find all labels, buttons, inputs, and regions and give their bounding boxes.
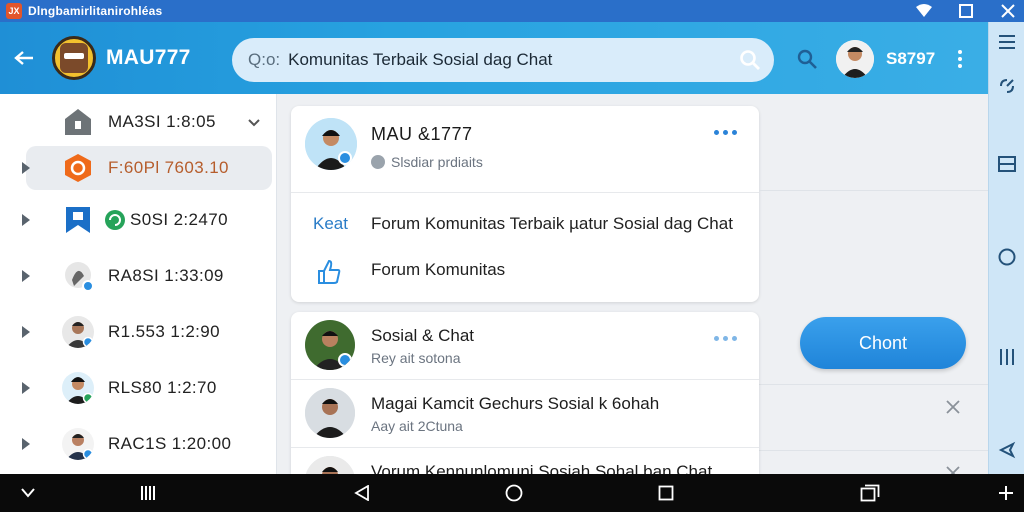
home-icon — [62, 106, 94, 138]
expand-arrow-icon[interactable] — [22, 214, 30, 226]
overview-square-icon[interactable] — [656, 483, 676, 503]
sidebar-item[interactable]: S0SI 2:2470 — [0, 192, 277, 248]
message-row[interactable]: Sosial & Chat Rey ait sotona — [291, 312, 759, 380]
right-rail — [988, 22, 1024, 474]
app-window: JX Dlngbamirlitanirohléas MAU777 Q:o: Ko… — [0, 0, 1024, 512]
overflow-menu-icon[interactable] — [952, 48, 968, 70]
chevron-down-icon[interactable] — [248, 114, 260, 130]
profile-avatar[interactable] — [305, 118, 357, 170]
back-triangle-icon[interactable] — [352, 483, 372, 503]
chat-bubble-icon — [62, 260, 94, 292]
message-subtitle: Rey ait sotona — [371, 350, 461, 366]
sidebar-item[interactable]: F:60Pl 7603.10 — [22, 146, 272, 190]
multi-window-icon[interactable] — [860, 483, 880, 503]
bookmark-icon — [62, 204, 94, 236]
message-title: Vorum Kennunlomuni Sosiah Sohal ban Chat — [371, 462, 713, 474]
sidebar-item-label: R1.553 1:2:90 — [108, 322, 221, 341]
sidebar-item-label: F:60Pl 7603.10 — [108, 158, 229, 177]
columns-icon[interactable] — [997, 347, 1017, 367]
message-avatar — [305, 456, 355, 474]
divider — [291, 192, 759, 193]
divider — [759, 190, 988, 191]
recent-apps-icon[interactable] — [138, 483, 158, 503]
sidebar-item[interactable]: R1.553 1:2:90 — [0, 304, 277, 360]
message-row[interactable]: Magai Kamcit Gechurs Sosial k 6ohah Aay … — [291, 380, 759, 448]
sidebar-item-label: MA3SI 1:8:05 — [108, 112, 216, 131]
close-icon[interactable] — [1000, 3, 1016, 19]
divider — [759, 384, 988, 385]
avatar — [62, 372, 94, 404]
profile-subtitle-text: Slsdiar prdiaits — [391, 154, 483, 170]
sidebar: MA3SI 1:8:05 F:60Pl 7603.10 S0SI 2:2470 — [0, 94, 277, 474]
message-avatar — [305, 320, 355, 370]
app-logo — [52, 36, 96, 80]
sidebar-item-label: RA8SI 1:33:09 — [108, 266, 224, 285]
hexagon-icon — [62, 152, 94, 184]
thumbs-up-icon[interactable] — [315, 258, 343, 286]
share-icon[interactable] — [997, 440, 1017, 460]
search-prefix: Q:o: — [248, 50, 281, 69]
sidebar-toggle-icon[interactable] — [997, 32, 1017, 52]
forum-link[interactable]: Forum Komunitas — [371, 260, 505, 280]
expand-arrow-icon[interactable] — [22, 326, 30, 338]
close-icon[interactable] — [946, 398, 960, 419]
search-query: Komunitas Terbaik Sosial dag Chat — [288, 50, 553, 69]
message-row[interactable]: Vorum Kennunlomuni Sosiah Sohal ban Chat — [291, 448, 759, 474]
sidebar-item-label: S0SI 2:2470 — [130, 210, 228, 229]
home-circle-icon[interactable] — [504, 483, 524, 503]
sidebar-item-label: RAC1S 1:20:00 — [108, 434, 232, 453]
recycle-icon — [104, 209, 126, 231]
message-avatar — [305, 388, 355, 438]
user-avatar[interactable] — [836, 40, 874, 78]
sidebar-item[interactable]: RA8SI 1:33:09 — [0, 248, 277, 304]
sidebar-item-label: RLS80 1:2:70 — [108, 378, 217, 397]
window-title: Dlngbamirlitanirohléas — [28, 4, 163, 18]
user-code: S8797 — [886, 49, 936, 68]
expand-arrow-icon[interactable] — [22, 382, 30, 394]
search-input[interactable]: Q:o: Komunitas Terbaik Sosial dag Chat — [232, 38, 774, 82]
list-icon[interactable] — [997, 154, 1017, 174]
more-options-icon[interactable] — [714, 130, 737, 135]
search-icon[interactable] — [796, 48, 818, 70]
keyword-link[interactable]: Keat — [313, 214, 348, 234]
sidebar-item[interactable]: RLS80 1:2:70 — [0, 360, 277, 416]
expand-arrow-icon[interactable] — [22, 438, 30, 450]
message-list: Sosial & Chat Rey ait sotona Magai Kamci… — [291, 312, 759, 474]
message-title: Sosial & Chat — [371, 326, 474, 345]
forum-description: Forum Komunitas Terbaik µatur Sosial dag… — [371, 214, 733, 233]
profile-card: MAU &1777 Slsdiar prdiaits Keat Forum Ko… — [291, 106, 759, 302]
search-icon[interactable] — [738, 48, 762, 72]
app-icon: JX — [6, 3, 22, 19]
chat-button[interactable]: Chont — [800, 317, 966, 369]
avatar — [62, 428, 94, 460]
wifi-icon — [916, 3, 932, 19]
maximize-icon[interactable] — [958, 3, 974, 19]
divider — [759, 450, 988, 451]
sidebar-item[interactable]: RAC1S 1:20:00 — [0, 416, 277, 472]
chevron-down-icon[interactable] — [18, 483, 38, 503]
close-icon[interactable] — [946, 464, 960, 474]
profile-subtitle: Slsdiar prdiaits — [371, 154, 483, 170]
circle-icon[interactable] — [997, 247, 1017, 267]
message-title: Magai Kamcit Gechurs Sosial k 6ohah — [371, 394, 660, 413]
back-arrow-icon[interactable] — [0, 34, 48, 82]
expand-arrow-icon[interactable] — [22, 162, 30, 174]
main-content: MAU &1777 Slsdiar prdiaits Keat Forum Ko… — [277, 94, 988, 474]
message-subtitle: Aay ait 2Ctuna — [371, 418, 463, 434]
expand-icon[interactable] — [996, 483, 1016, 503]
expand-arrow-icon[interactable] — [22, 270, 30, 282]
title-bar: JX Dlngbamirlitanirohléas — [0, 0, 1024, 22]
more-options-icon[interactable] — [714, 336, 737, 341]
profile-name: MAU &1777 — [371, 124, 473, 144]
sidebar-item[interactable]: MA3SI 1:8:05 — [0, 94, 277, 150]
app-name: MAU777 — [106, 46, 191, 69]
navigation-bar — [0, 474, 1024, 512]
avatar — [62, 316, 94, 348]
app-bar: MAU777 Q:o: Komunitas Terbaik Sosial dag… — [0, 22, 988, 94]
link-icon[interactable] — [997, 76, 1017, 96]
status-dot-icon — [371, 155, 385, 169]
